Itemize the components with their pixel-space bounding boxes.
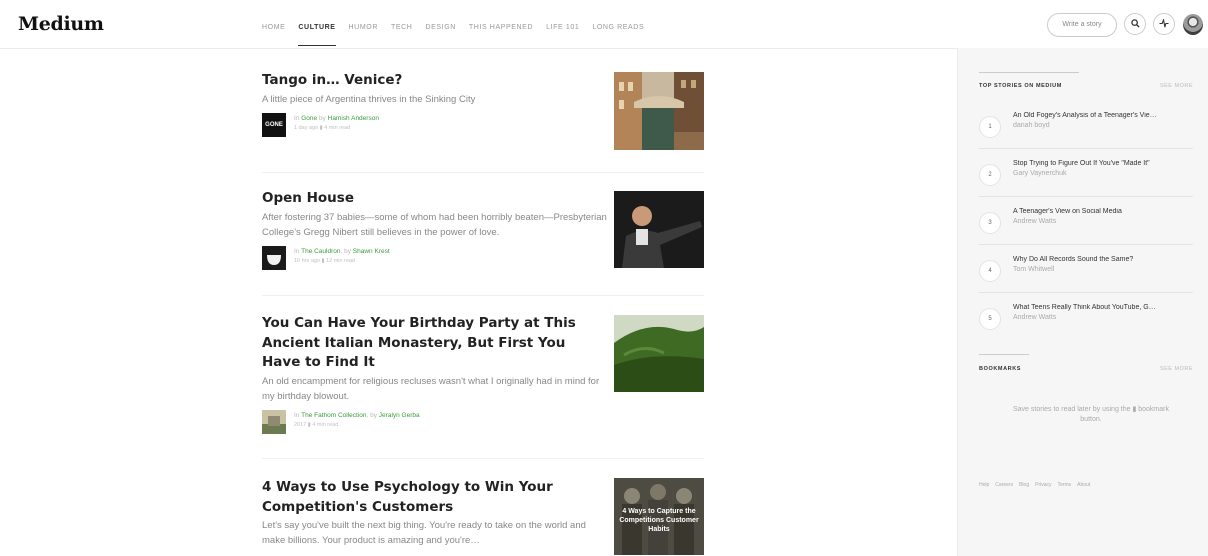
section-rule xyxy=(979,354,1029,355)
author-link[interactable]: Shawn Krest xyxy=(353,248,390,255)
coach-photo xyxy=(614,191,704,268)
article-title[interactable]: 4 Ways to Use Psychology to Win Your Com… xyxy=(262,478,607,517)
top-story-item[interactable]: 5 What Teens Really Think About YouTube,… xyxy=(979,304,1193,340)
section-rule xyxy=(979,72,1079,73)
category-nav: HOME CULTURE HUMOR TECH DESIGN THIS HAPP… xyxy=(262,0,657,48)
activity-icon xyxy=(1159,17,1169,28)
top-stories-see-more[interactable]: SEE MORE xyxy=(1160,83,1193,89)
nav-design[interactable]: DESIGN xyxy=(425,0,455,46)
read-time: 2017 ▮ 4 min read xyxy=(294,421,339,428)
publication-badge-text: GONE xyxy=(265,121,283,128)
footer-link-terms[interactable]: Terms xyxy=(1058,482,1072,488)
nav-life-101[interactable]: LIFE 101 xyxy=(546,0,579,46)
thumbnail-caption: 4 Ways to Capture the Competitions Custo… xyxy=(619,508,699,533)
author-link[interactable]: Hamish Anderson xyxy=(328,115,379,122)
story-title[interactable]: A Teenager's View on Social Media xyxy=(1013,208,1193,215)
publication-link[interactable]: The Fathom Collection xyxy=(301,412,366,419)
top-bar: Medium HOME CULTURE HUMOR TECH DESIGN TH… xyxy=(0,0,1208,49)
footer-link-careers[interactable]: Careers xyxy=(995,482,1013,488)
publication-link[interactable]: Gone xyxy=(301,115,317,122)
publication-logo[interactable] xyxy=(262,245,286,270)
divider xyxy=(262,295,704,296)
fathom-icon xyxy=(262,409,286,434)
author-link[interactable]: Jeralyn Gerba xyxy=(379,412,420,419)
divider xyxy=(262,458,704,459)
hillside-image xyxy=(614,315,704,392)
story-title[interactable]: Stop Trying to Figure Out If You've "Mad… xyxy=(1013,160,1193,167)
article-thumbnail[interactable]: 4 Ways to Capture the Competitions Custo… xyxy=(614,478,704,555)
medium-logo[interactable]: Medium xyxy=(18,13,104,35)
cauldron-icon xyxy=(262,245,286,270)
footer-link-blog[interactable]: Blog xyxy=(1019,482,1029,488)
divider xyxy=(262,172,704,173)
article-thumbnail[interactable] xyxy=(614,191,704,268)
story-author[interactable]: Gary Vaynerchuk xyxy=(1013,170,1067,177)
article-subtitle: A little piece of Argentina thrives in t… xyxy=(262,93,476,105)
nav-culture[interactable]: CULTURE xyxy=(298,0,336,46)
footer-link-privacy[interactable]: Privacy xyxy=(1035,482,1051,488)
nav-long-reads[interactable]: LONG READS xyxy=(592,0,644,46)
footer-links: Help Careers Blog Privacy Terms About xyxy=(979,482,1096,488)
story-rank: 1 xyxy=(979,116,1001,138)
story-rank: 4 xyxy=(979,260,1001,282)
user-avatar[interactable] xyxy=(1183,14,1203,35)
story-author[interactable]: danah boyd xyxy=(1013,122,1050,129)
write-story-button[interactable]: Write a story xyxy=(1047,13,1117,37)
sidebar: TOP STORIES ON MEDIUM SEE MORE 1 An Old … xyxy=(957,48,1208,556)
story-title[interactable]: Why Do All Records Sound the Same? xyxy=(1013,256,1193,263)
article-title[interactable]: You Can Have Your Birthday Party at This… xyxy=(262,314,607,373)
search-icon xyxy=(1130,19,1140,28)
venice-canal-image xyxy=(614,72,704,150)
nav-tech[interactable]: TECH xyxy=(391,0,412,46)
story-title[interactable]: An Old Fogey's Analysis of a Teenager's … xyxy=(1013,112,1193,119)
story-rank: 3 xyxy=(979,212,1001,234)
article-thumbnail[interactable] xyxy=(614,315,704,392)
top-story-item[interactable]: 3 A Teenager's View on Social Media Andr… xyxy=(979,208,1193,245)
story-rank: 2 xyxy=(979,164,1001,186)
top-stories-heading: TOP STORIES ON MEDIUM xyxy=(979,83,1062,89)
story-rank: 5 xyxy=(979,308,1001,330)
bookmarks-empty-text: Save stories to read later by using the … xyxy=(1013,406,1169,423)
top-story-item[interactable]: 4 Why Do All Records Sound the Same? Tom… xyxy=(979,256,1193,293)
publication-logo[interactable] xyxy=(262,409,286,434)
top-story-item[interactable]: 1 An Old Fogey's Analysis of a Teenager'… xyxy=(979,112,1193,149)
story-author[interactable]: Tom Whitwell xyxy=(1013,266,1054,273)
article-title[interactable]: Open House xyxy=(262,189,607,209)
story-title[interactable]: What Teens Really Think About YouTube, G… xyxy=(1013,304,1193,311)
bookmarks-see-more[interactable]: SEE MORE xyxy=(1160,366,1193,372)
story-author[interactable]: Andrew Watts xyxy=(1013,314,1056,321)
nav-home[interactable]: HOME xyxy=(262,0,285,46)
footer-link-help[interactable]: Help xyxy=(979,482,989,488)
article-subtitle: An old encampment for religious recluses… xyxy=(262,375,600,402)
byline: In Gone by Hamish Anderson xyxy=(294,114,379,122)
publication-logo[interactable]: GONE xyxy=(262,112,286,137)
read-time: 10 hrs ago ▮ 12 min read xyxy=(294,257,356,264)
article-thumbnail[interactable] xyxy=(614,72,704,150)
top-story-item[interactable]: 2 Stop Trying to Figure Out If You've "M… xyxy=(979,160,1193,197)
bookmarks-heading: BOOKMARKS xyxy=(979,366,1022,372)
article-meta: In The Fathom Collection, by Jeralyn Ger… xyxy=(262,409,704,436)
story-author[interactable]: Andrew Watts xyxy=(1013,218,1056,225)
byline: In The Cauldron, by Shawn Krest xyxy=(294,247,390,255)
article-subtitle: Let's say you've built the next big thin… xyxy=(262,520,586,546)
article-title[interactable]: Tango in… Venice? xyxy=(262,71,607,91)
publication-link[interactable]: The Cauldron xyxy=(301,248,340,255)
footer-link-about[interactable]: About xyxy=(1077,482,1090,488)
byline: In The Fathom Collection, by Jeralyn Ger… xyxy=(294,411,420,419)
read-time: 1 day ago ▮ 4 min read xyxy=(294,124,351,131)
activity-button[interactable] xyxy=(1153,13,1175,35)
search-button[interactable] xyxy=(1124,13,1146,35)
nav-humor[interactable]: HUMOR xyxy=(349,0,378,46)
nav-this-happened[interactable]: THIS HAPPENED xyxy=(469,0,533,46)
article-subtitle: After fostering 37 babies—some of whom h… xyxy=(262,211,607,238)
